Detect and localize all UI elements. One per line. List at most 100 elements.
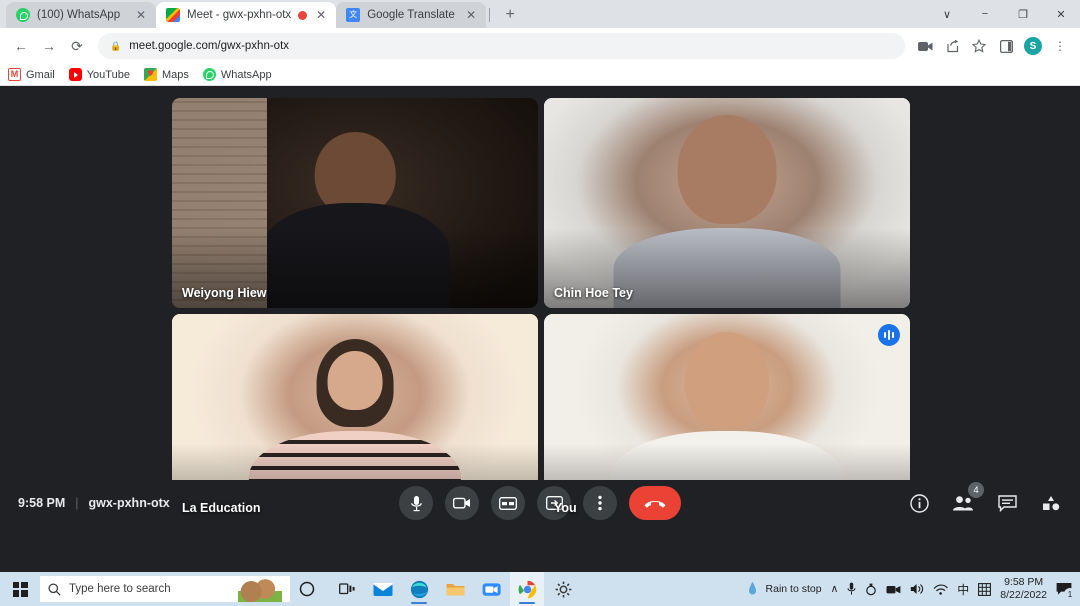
side-panel-icon[interactable] [994,34,1018,58]
forward-button[interactable]: → [36,33,62,59]
bookmark-whatsapp[interactable]: WhatsApp [202,68,272,81]
tab-whatsapp[interactable]: (100) WhatsApp ✕ [6,2,156,28]
profile-initial: S [1024,37,1042,55]
whatsapp-icon [16,8,30,22]
clock-date: 8/22/2022 [1000,589,1047,601]
ime-language-icon[interactable]: 中 [957,581,969,598]
close-icon[interactable]: ✕ [464,9,478,21]
clock-time: 9:58 PM [1004,576,1044,589]
weather-icon [748,581,757,597]
ime-mode-icon[interactable] [978,582,992,596]
google-translate-icon [346,8,361,22]
taskbar-clock[interactable]: 9:58 PM 8/22/2022 [1000,576,1047,602]
weather-label[interactable]: Rain to stop [766,583,822,595]
volume-icon[interactable] [910,583,924,595]
zoom-icon [482,582,501,596]
browser-window: (100) WhatsApp ✕ Meet - gwx-pxhn-otx ✕ G… [0,0,1080,606]
captions-button[interactable] [491,486,525,520]
settings-button[interactable] [546,572,580,606]
meet-right-controls: 4 [906,482,1064,516]
minimize-button[interactable]: − [966,0,1004,28]
participant-grid: Weiyong Hiew Chin Hoe Tey La Education Y… [172,98,910,523]
reload-button[interactable]: ⟳ [64,33,90,59]
whatsapp-icon [202,68,216,81]
participant-name: Weiyong Hiew [182,285,267,300]
microsoft-edge-button[interactable] [402,572,436,606]
meeting-code: gwx-pxhn-otx [88,496,170,510]
participants-button[interactable]: 4 [950,482,984,516]
chrome-tab-strip: (100) WhatsApp ✕ Meet - gwx-pxhn-otx ✕ G… [0,0,1080,28]
tab-google-translate[interactable]: Google Translate ✕ [336,2,487,28]
taskbar-apps [324,572,580,606]
file-explorer-button[interactable] [438,572,472,606]
lock-icon: 🔒 [110,40,122,51]
search-illustration [238,576,282,602]
camera-privacy-tray-icon[interactable] [865,583,877,596]
youtube-icon [68,68,82,81]
wifi-icon[interactable] [933,583,949,595]
participant-tile-chin-hoe-tey[interactable]: Chin Hoe Tey [544,98,910,308]
close-icon[interactable]: ✕ [314,9,328,21]
bookmark-maps[interactable]: Maps [143,68,189,81]
meet-control-bar: 9:58 PM | gwx-pxhn-otx 4 [0,480,1080,526]
windows-logo-icon [12,581,28,597]
tab-google-meet[interactable]: Meet - gwx-pxhn-otx ✕ [156,2,337,28]
share-icon[interactable] [940,34,964,58]
camera-icon[interactable] [913,34,937,58]
google-chrome-button[interactable] [510,572,544,606]
audio-activity-icon [878,323,900,346]
bookmark-label: Gmail [26,68,55,81]
toolbar-icons: S ⋮ [913,34,1072,58]
mail-button[interactable] [366,572,400,606]
settings-gear-icon [555,581,571,597]
window-controls: ∨ − ❐ ✕ [928,0,1080,28]
task-view-icon [338,583,355,595]
url-text: meet.google.com/gwx-pxhn-otx [129,40,290,52]
gmail-icon [8,68,21,81]
notification-count-badge: 1 [1064,588,1076,600]
meet-tray-icon[interactable] [886,584,901,595]
bookmark-star-icon[interactable] [967,34,991,58]
system-tray: Rain to stop ∧ 中 9:58 PM 8/22/2022 1 [748,576,1080,602]
start-button[interactable] [0,572,40,606]
mail-icon [373,582,393,596]
meeting-info: 9:58 PM | gwx-pxhn-otx [0,496,170,510]
new-tab-button[interactable]: + [497,2,523,28]
address-bar[interactable]: 🔒 meet.google.com/gwx-pxhn-otx [98,33,905,59]
tab-separator [489,8,491,22]
search-input[interactable]: Type here to search [40,576,290,602]
microphone-button[interactable] [399,486,433,520]
participant-name: La Education [182,501,261,515]
tile-gradient [544,98,910,308]
recording-indicator-icon [298,10,308,20]
bookmark-gmail[interactable]: Gmail [8,68,55,81]
more-options-button[interactable] [583,486,617,520]
bookmark-youtube[interactable]: YouTube [68,68,130,81]
tab-search-icon[interactable]: ∨ [928,0,966,28]
chat-button[interactable] [994,490,1020,516]
tabstrip: (100) WhatsApp ✕ Meet - gwx-pxhn-otx ✕ G… [0,0,523,28]
bookmark-label: Maps [161,68,189,81]
show-hidden-icons-button[interactable]: ∧ [831,583,839,595]
participant-name: Chin Hoe Tey [554,285,633,300]
notifications-button[interactable]: 1 [1056,582,1076,600]
cortana-button[interactable] [290,572,324,606]
hang-up-button[interactable] [629,486,681,520]
maximize-button[interactable]: ❐ [1004,0,1042,28]
close-icon[interactable]: ✕ [134,9,148,21]
participant-tile-weiyong-hiew[interactable]: Weiyong Hiew [172,98,538,308]
tab-title: (100) WhatsApp [37,9,121,21]
chrome-menu-button[interactable]: ⋮ [1048,34,1072,58]
separator: | [75,496,79,510]
meeting-details-button[interactable] [906,490,932,516]
browser-toolbar: ← → ⟳ 🔒 meet.google.com/gwx-pxhn-otx S ⋮ [0,28,1080,64]
participant-count-badge: 4 [968,482,984,498]
avatar[interactable]: S [1021,34,1045,58]
zoom-button[interactable] [474,572,508,606]
close-window-button[interactable]: ✕ [1042,0,1080,28]
camera-button[interactable] [445,486,479,520]
activities-button[interactable] [1038,490,1064,516]
microphone-tray-icon[interactable] [847,582,856,596]
back-button[interactable]: ← [8,33,34,59]
task-view-button[interactable] [330,572,364,606]
